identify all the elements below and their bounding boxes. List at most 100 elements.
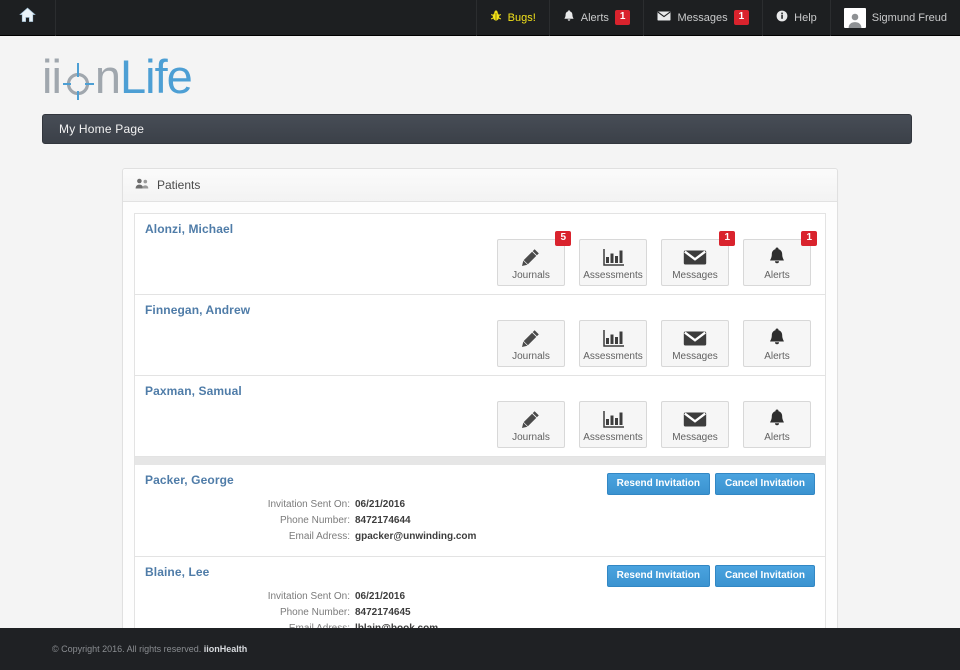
- topbar-item-alerts-label: Alerts: [580, 11, 609, 24]
- home-icon: [19, 7, 36, 28]
- invitation-sent-on-line: Invitation Sent On: 06/21/2016: [145, 499, 815, 510]
- journals-button[interactable]: 5 Journals: [497, 231, 571, 286]
- journals-button[interactable]: Journals: [497, 401, 565, 448]
- info-icon: [776, 10, 788, 25]
- invitation-actions: Resend Invitation Cancel Invitation: [606, 473, 815, 495]
- assessments-label: Assessments: [583, 270, 643, 281]
- alerts-button[interactable]: 1 Alerts: [743, 231, 817, 286]
- assessments-button[interactable]: Assessments: [579, 401, 647, 448]
- cancel-invitation-button[interactable]: Cancel Invitation: [714, 473, 815, 495]
- page-title: Patients: [157, 178, 201, 192]
- company-name: iionHealth: [203, 644, 248, 654]
- phone-number-label: Phone Number:: [279, 515, 350, 526]
- messages-label: Messages: [672, 432, 718, 443]
- phone-number-value: 8472174644: [355, 515, 411, 526]
- messages-button[interactable]: 1 Messages: [661, 231, 735, 286]
- resend-invitation-button[interactable]: Resend Invitation: [606, 565, 710, 587]
- patients-panel-body: Alonzi, Michael 5 Journals Assessments 1…: [123, 202, 837, 670]
- patient-actions: 5 Journals Assessments 1 Messages 1 Aler…: [145, 231, 817, 294]
- journals-label: Journals: [512, 270, 550, 281]
- topbar-item-alerts[interactable]: Alerts 1: [548, 0, 644, 36]
- assessments-label: Assessments: [583, 351, 643, 362]
- alerts-badge: 1: [614, 10, 631, 25]
- invitation-details: Invitation Sent On: 06/21/2016 Phone Num…: [145, 499, 815, 542]
- page-navbar: My Home Page: [42, 114, 912, 144]
- resend-invitation-button[interactable]: Resend Invitation: [606, 473, 710, 495]
- patient-actions: Journals Assessments Messages Alerts: [145, 398, 815, 456]
- messages-badge: 1: [719, 231, 735, 246]
- people-icon: [135, 176, 149, 194]
- invitation-sent-on-value: 06/21/2016: [355, 591, 406, 602]
- messages-badge: 1: [733, 10, 750, 25]
- topbar-user-menu[interactable]: Sigmund Freud: [829, 0, 960, 36]
- topbar-item-bugs-label: Bugs!: [507, 11, 536, 24]
- home-button[interactable]: [0, 0, 56, 36]
- patient-name[interactable]: Alonzi, Michael: [145, 222, 815, 236]
- invitation-actions: Resend Invitation Cancel Invitation: [606, 565, 815, 587]
- invitation-sent-on-value: 06/21/2016: [355, 499, 406, 510]
- assessments-button[interactable]: Assessments: [579, 320, 647, 367]
- patients-panel: Patients Alonzi, Michael 5 Journals Asse…: [122, 168, 838, 670]
- pencil-icon: [498, 408, 564, 430]
- alerts-badge: 1: [801, 231, 817, 246]
- phone-number-value: 8472174645: [355, 607, 411, 618]
- patient-actions: Journals Assessments Messages Alerts: [145, 317, 815, 375]
- bell-icon: [744, 408, 810, 430]
- invitation-sent-on-label: Invitation Sent On:: [267, 499, 350, 510]
- journals-label: Journals: [512, 432, 550, 443]
- messages-label: Messages: [672, 270, 718, 281]
- bar-chart-icon: [580, 327, 646, 349]
- pencil-icon: [498, 327, 564, 349]
- cancel-invitation-button[interactable]: Cancel Invitation: [714, 565, 815, 587]
- patients-panel-header: Patients: [123, 169, 837, 202]
- alerts-label: Alerts: [764, 351, 790, 362]
- bar-chart-icon: [580, 246, 646, 268]
- page-footer: © Copyright 2016. All rights reserved. i…: [0, 628, 960, 670]
- journals-label: Journals: [512, 351, 550, 362]
- alerts-button[interactable]: Alerts: [743, 320, 811, 367]
- messages-button[interactable]: Messages: [661, 401, 729, 448]
- bell-icon: [563, 9, 575, 26]
- email-address-value: gpacker@unwinding.com: [355, 531, 477, 542]
- messages-label: Messages: [672, 351, 718, 362]
- copyright-text: © Copyright 2016. All rights reserved. i…: [0, 644, 247, 654]
- alerts-label: Alerts: [764, 432, 790, 443]
- topbar-item-help[interactable]: Help: [762, 0, 830, 36]
- topbar-item-bugs[interactable]: Bugs!: [475, 0, 549, 36]
- brand-part-2: n: [94, 50, 121, 103]
- table-row: Finnegan, Andrew Journals Assessments Me…: [135, 295, 825, 376]
- patients-list: Alonzi, Michael 5 Journals Assessments 1…: [134, 213, 826, 670]
- bell-icon: [744, 246, 810, 268]
- user-avatar-icon: [843, 7, 866, 28]
- phone-number-label: Phone Number:: [279, 607, 350, 618]
- phone-number-line: Phone Number: 8472174645: [145, 607, 815, 618]
- copyright-prefix: © Copyright 2016. All rights reserved.: [52, 644, 204, 654]
- bug-icon: [490, 10, 502, 25]
- assessments-button[interactable]: Assessments: [579, 239, 647, 286]
- messages-button[interactable]: Messages: [661, 320, 729, 367]
- crosshair-icon: [61, 57, 95, 101]
- alerts-button[interactable]: Alerts: [743, 401, 811, 448]
- journals-button[interactable]: Journals: [497, 320, 565, 367]
- email-address-label: Email Adress:: [288, 531, 350, 542]
- envelope-icon: [657, 11, 671, 24]
- brand-logo[interactable]: ii n Life: [42, 50, 193, 103]
- topbar-item-help-label: Help: [794, 11, 817, 24]
- phone-number-line: Phone Number: 8472174644: [145, 515, 815, 526]
- brand-part-1: ii: [42, 50, 62, 103]
- bell-icon: [744, 327, 810, 349]
- invitation-sent-on-label: Invitation Sent On:: [267, 591, 350, 602]
- envelope-icon: [662, 327, 728, 349]
- email-address-line: Email Adress: gpacker@unwinding.com: [145, 531, 815, 542]
- table-row: Alonzi, Michael 5 Journals Assessments 1…: [135, 214, 825, 295]
- bar-chart-icon: [580, 408, 646, 430]
- table-row: Paxman, Samual Journals Assessments Mess…: [135, 376, 825, 457]
- topbar-item-messages-label: Messages: [677, 11, 728, 24]
- navbar-title[interactable]: My Home Page: [43, 122, 160, 136]
- assessments-label: Assessments: [583, 432, 643, 443]
- patient-name[interactable]: Paxman, Samual: [145, 384, 815, 398]
- patient-name[interactable]: Finnegan, Andrew: [145, 303, 815, 317]
- topbar-item-messages[interactable]: Messages 1: [643, 0, 762, 36]
- invitation-sent-on-line: Invitation Sent On: 06/21/2016: [145, 591, 815, 602]
- section-separator: [135, 457, 825, 465]
